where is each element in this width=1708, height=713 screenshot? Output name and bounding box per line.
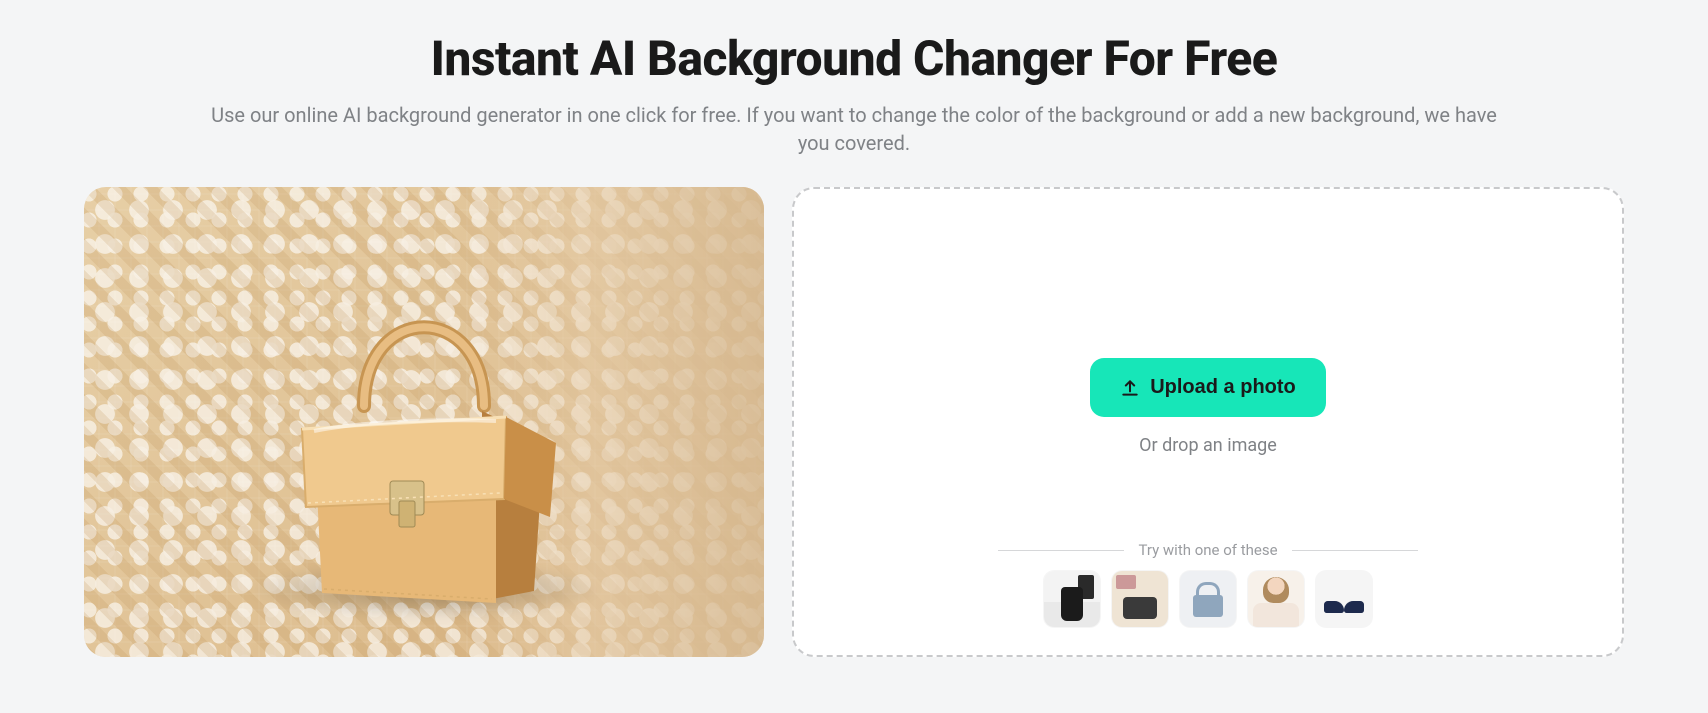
- divider-line: [998, 550, 1124, 551]
- upload-button-label: Upload a photo: [1150, 376, 1296, 399]
- page-title: Instant AI Background Changer For Free: [154, 30, 1554, 87]
- sample-thumb-woman-with-hat[interactable]: [1248, 571, 1304, 627]
- hero-section: Instant AI Background Changer For Free U…: [154, 30, 1554, 157]
- upload-dropzone[interactable]: Upload a photo Or drop an image Try with…: [792, 187, 1624, 657]
- sample-thumb-navy-shoes[interactable]: [1316, 571, 1372, 627]
- upload-photo-button[interactable]: Upload a photo: [1090, 358, 1326, 417]
- sample-thumb-coffee-cup[interactable]: [1044, 571, 1100, 627]
- sample-thumb-vintage-camera[interactable]: [1112, 571, 1168, 627]
- preview-card: [84, 187, 764, 657]
- samples-label: Try with one of these: [1138, 541, 1277, 559]
- sample-images-section: Try with one of these: [794, 541, 1622, 627]
- preview-subject-handbag: [244, 231, 604, 631]
- upload-icon: [1120, 378, 1140, 398]
- sample-thumb-blue-handbag[interactable]: [1180, 571, 1236, 627]
- drop-image-label: Or drop an image: [1139, 435, 1277, 456]
- divider-line: [1292, 550, 1418, 551]
- page-subtitle: Use our online AI background generator i…: [204, 101, 1504, 157]
- sample-thumbnails: [1044, 571, 1372, 627]
